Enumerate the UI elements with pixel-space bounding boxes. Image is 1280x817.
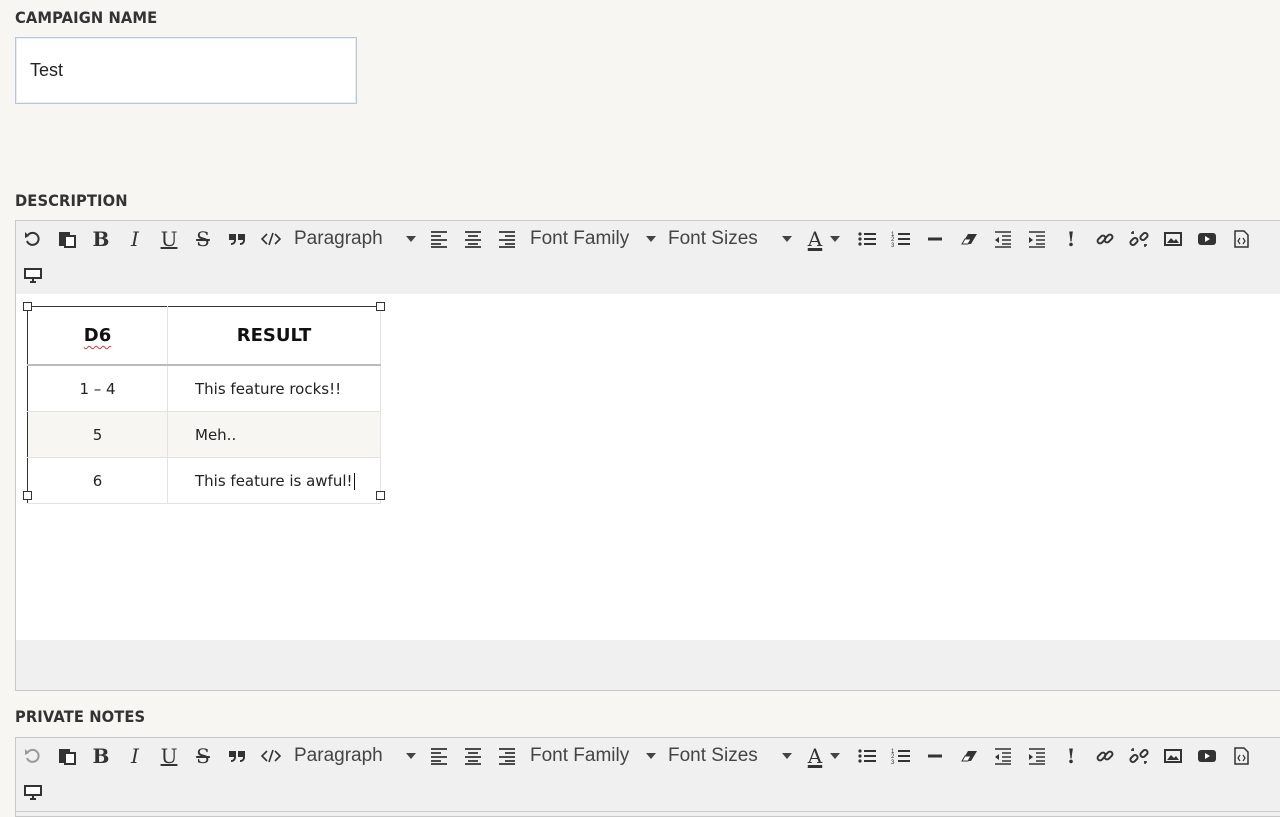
unlink-icon[interactable] [1122, 222, 1156, 256]
video-icon[interactable] [1190, 222, 1224, 256]
private-notes-toolbar: B I U S Paragraph Font Family Font Sizes… [16, 738, 1280, 812]
font-family-select[interactable]: Font Family [524, 739, 662, 773]
source-code-icon[interactable] [1224, 222, 1258, 256]
table-row: 5 Meh.. [27, 411, 381, 458]
table-cell[interactable]: Meh.. [167, 411, 381, 458]
bold-icon[interactable]: B [84, 222, 118, 256]
preview-icon[interactable] [16, 775, 50, 809]
image-icon[interactable] [1156, 222, 1190, 256]
table-cell-text: This feature is awful! [195, 471, 353, 490]
strikethrough-icon[interactable]: S [186, 222, 220, 256]
undo-icon[interactable] [16, 739, 50, 773]
italic-icon[interactable]: I [118, 222, 152, 256]
chevron-down-icon [406, 236, 416, 242]
source-code-icon[interactable] [1224, 739, 1258, 773]
font-family-select-value: Font Family [530, 745, 630, 766]
font-size-select[interactable]: Font Sizes [662, 739, 798, 773]
bold-icon[interactable]: B [84, 739, 118, 773]
table-header-d6: D6 [27, 306, 168, 366]
underline-icon[interactable]: U [152, 739, 186, 773]
exclamation-icon[interactable]: ! [1054, 739, 1088, 773]
editor-statusbar [16, 640, 1280, 690]
blockquote-icon[interactable] [220, 739, 254, 773]
italic-icon[interactable]: I [118, 739, 152, 773]
format-select-value: Paragraph [294, 745, 383, 766]
bullet-list-icon[interactable] [850, 222, 884, 256]
chevron-down-icon [646, 753, 656, 759]
paste-icon[interactable] [50, 222, 84, 256]
exclamation-icon[interactable]: ! [1054, 222, 1088, 256]
numbered-list-icon[interactable]: 123 [884, 739, 918, 773]
chevron-down-icon [406, 753, 416, 759]
description-toolbar: B I U S Paragraph Font Family Font Sizes… [16, 221, 1280, 295]
blockquote-icon[interactable] [220, 222, 254, 256]
format-select[interactable]: Paragraph [288, 739, 422, 773]
eraser-icon[interactable] [952, 739, 986, 773]
outdent-icon[interactable] [986, 739, 1020, 773]
table-cell[interactable]: 6 [27, 457, 168, 504]
description-editor: B I U S Paragraph Font Family Font Sizes… [15, 220, 1280, 691]
result-table[interactable]: D6 RESULT 1 – 4 This feature rocks!! 5 M… [27, 306, 381, 504]
indent-icon[interactable] [1020, 739, 1054, 773]
resize-handle[interactable] [376, 491, 385, 500]
campaign-name-input[interactable] [30, 60, 330, 81]
horizontal-rule-icon[interactable] [918, 739, 952, 773]
font-family-select[interactable]: Font Family [524, 222, 662, 256]
preview-icon[interactable] [16, 258, 50, 292]
resize-handle[interactable] [376, 302, 385, 311]
undo-icon[interactable] [16, 222, 50, 256]
outdent-icon[interactable] [986, 222, 1020, 256]
table-cell[interactable]: This feature rocks!! [167, 365, 381, 412]
format-select[interactable]: Paragraph [288, 222, 422, 256]
description-label: DESCRIPTION [15, 191, 128, 210]
paste-icon[interactable] [50, 739, 84, 773]
resize-handle[interactable] [23, 302, 32, 311]
svg-text:3: 3 [891, 760, 895, 766]
chevron-down-icon [782, 236, 792, 242]
bullet-list-icon[interactable] [850, 739, 884, 773]
align-center-icon[interactable] [456, 222, 490, 256]
link-icon[interactable] [1088, 222, 1122, 256]
text-color-icon[interactable]: A [798, 222, 850, 256]
campaign-name-label: CAMPAIGN NAME [15, 8, 158, 27]
font-size-select-value: Font Sizes [668, 745, 758, 766]
eraser-icon[interactable] [952, 222, 986, 256]
align-center-icon[interactable] [456, 739, 490, 773]
text-color-icon[interactable]: A [798, 739, 850, 773]
text-cursor [353, 472, 355, 490]
svg-text:3: 3 [891, 243, 895, 249]
align-right-icon[interactable] [490, 222, 524, 256]
unlink-icon[interactable] [1122, 739, 1156, 773]
indent-icon[interactable] [1020, 222, 1054, 256]
private-notes-editor: B I U S Paragraph Font Family Font Sizes… [15, 737, 1280, 817]
align-left-icon[interactable] [422, 739, 456, 773]
table-row: 6 This feature is awful! [27, 457, 381, 504]
image-icon[interactable] [1156, 739, 1190, 773]
font-size-select[interactable]: Font Sizes [662, 222, 798, 256]
chevron-down-icon [782, 753, 792, 759]
align-right-icon[interactable] [490, 739, 524, 773]
table-cell[interactable]: This feature is awful! [167, 457, 381, 504]
table-row: 1 – 4 This feature rocks!! [27, 365, 381, 412]
font-family-select-value: Font Family [530, 228, 630, 249]
font-size-select-value: Font Sizes [668, 228, 758, 249]
numbered-list-icon[interactable]: 123 [884, 222, 918, 256]
horizontal-rule-icon[interactable] [918, 222, 952, 256]
link-icon[interactable] [1088, 739, 1122, 773]
code-icon[interactable] [254, 739, 288, 773]
private-notes-label: PRIVATE NOTES [15, 707, 146, 726]
table-cell[interactable]: 5 [27, 411, 168, 458]
video-icon[interactable] [1190, 739, 1224, 773]
format-select-value: Paragraph [294, 228, 383, 249]
strikethrough-icon[interactable]: S [186, 739, 220, 773]
align-left-icon[interactable] [422, 222, 456, 256]
table-header-result: RESULT [167, 306, 381, 366]
chevron-down-icon [646, 236, 656, 242]
campaign-name-field[interactable] [15, 37, 357, 104]
underline-icon[interactable]: U [152, 222, 186, 256]
code-icon[interactable] [254, 222, 288, 256]
description-content-area[interactable]: D6 RESULT 1 – 4 This feature rocks!! 5 M… [16, 294, 1280, 641]
resize-handle[interactable] [23, 491, 32, 500]
table-cell[interactable]: 1 – 4 [27, 365, 168, 412]
